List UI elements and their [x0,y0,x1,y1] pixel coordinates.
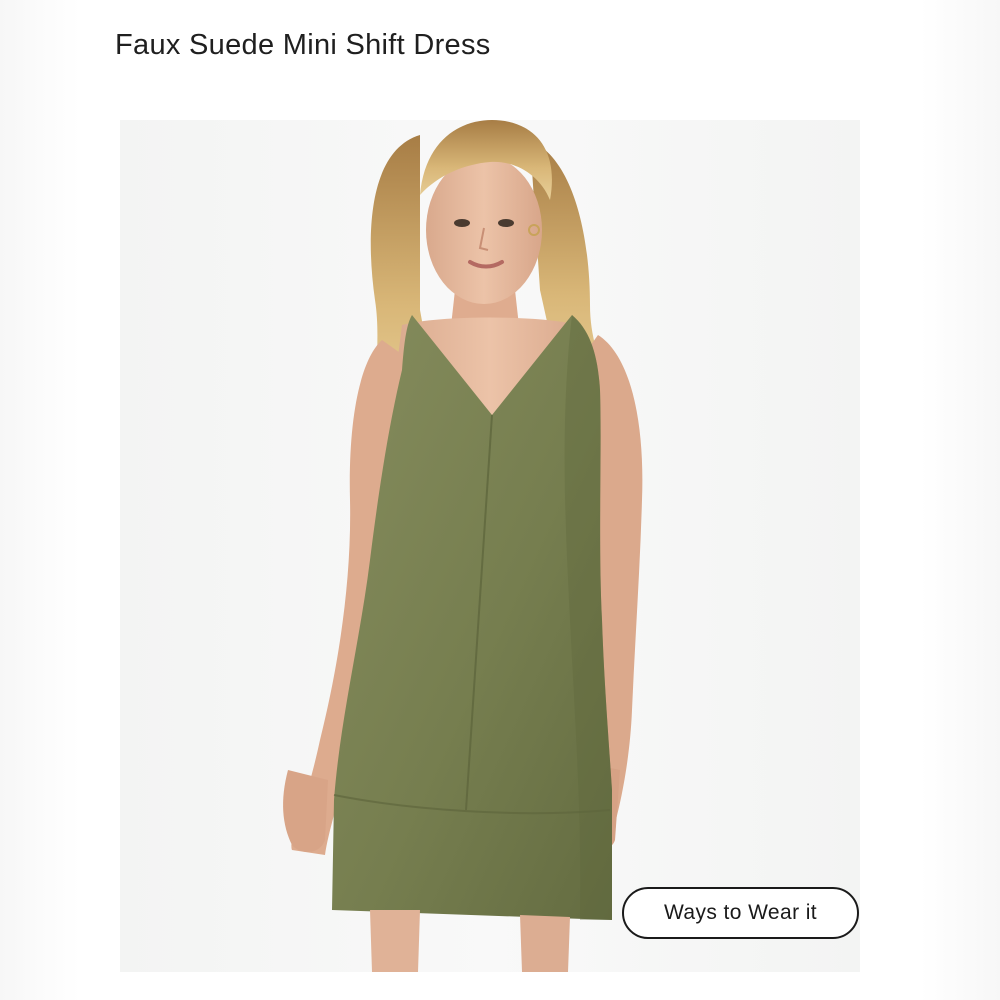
ways-to-wear-button[interactable]: Ways to Wear it [622,887,859,939]
product-page: Faux Suede Mini Shift Dress Ways to Wear… [0,0,1000,1000]
model-illustration [120,120,860,972]
product-photo[interactable] [120,120,860,972]
product-title: Faux Suede Mini Shift Dress [115,29,491,62]
